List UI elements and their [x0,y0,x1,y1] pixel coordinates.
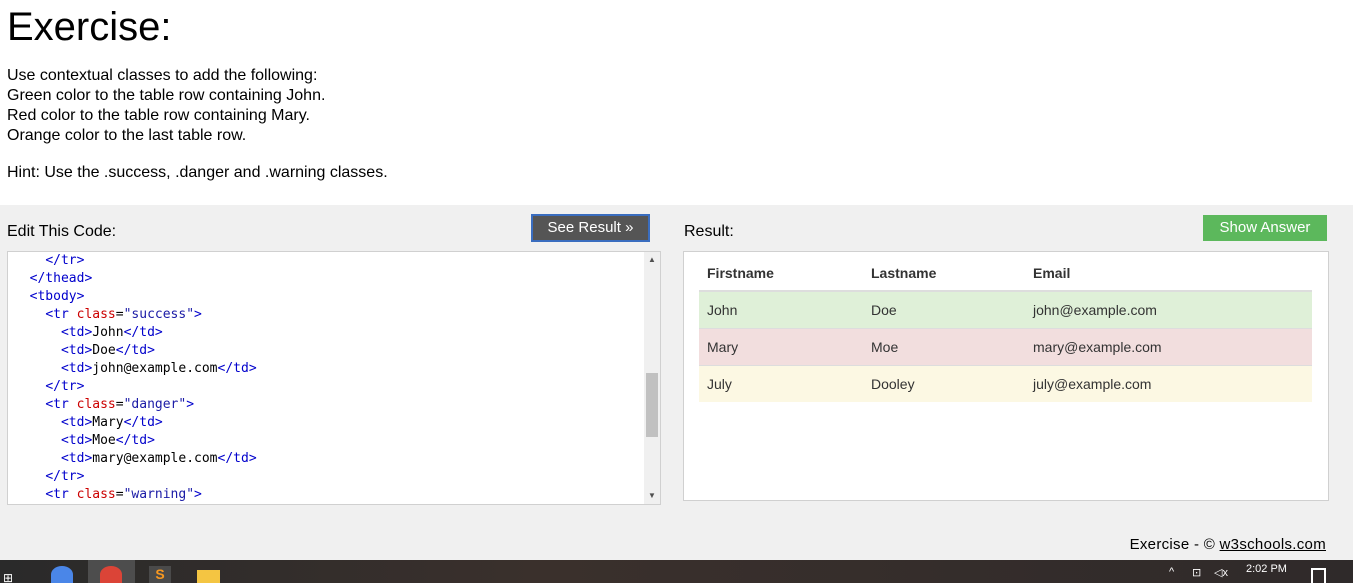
page-title: Exercise: [7,5,172,49]
instruction-line: Red color to the table row containing Ma… [7,107,310,124]
column-header: Firstname [699,255,863,292]
result-label: Result: [684,223,734,240]
footer-prefix: Exercise - © [1129,536,1220,553]
scrollbar-thumb[interactable] [646,373,658,437]
instruction-line: Orange color to the last table row. [7,127,247,144]
instructions: Use contextual classes to add the follow… [7,66,325,146]
table-cell: john@example.com [1025,290,1312,328]
table-cell: july@example.com [1025,364,1312,402]
instruction-line: Use contextual classes to add the follow… [7,67,318,84]
scroll-up-arrow-icon[interactable]: ▲ [644,252,660,268]
table-cell: Moe [863,327,1025,365]
table-cell: Doe [863,290,1025,328]
hint-text: Hint: Use the .success, .danger and .war… [7,164,388,181]
scroll-down-arrow-icon[interactable]: ▼ [644,488,660,504]
windows-taskbar: ⊞ S ^ ⊡ ◁x 2:02 PM [0,560,1353,583]
file-explorer-icon[interactable] [197,570,220,583]
table-row-success: John Doe john@example.com [699,290,1312,328]
volume-muted-icon[interactable]: ◁x [1214,566,1228,579]
editor-scrollbar[interactable]: ▲ ▼ [644,252,660,504]
table-cell: July [699,364,863,402]
edit-code-label: Edit This Code: [7,223,117,240]
chrome-canary-icon[interactable] [51,566,73,583]
table-cell: Mary [699,327,863,365]
result-table: Firstname Lastname Email John Doe john@e… [699,255,1312,402]
tray-chevron-up-icon[interactable]: ^ [1169,566,1174,578]
exercise-intro: Exercise: Use contextual classes to add … [0,0,1353,205]
windows-start-icon[interactable]: ⊞ [3,571,13,583]
instruction-line: Green color to the table row containing … [7,87,326,104]
show-answer-button[interactable]: Show Answer [1203,215,1327,241]
table-cell: John [699,290,863,328]
code-content[interactable]: </tr> </thead> <tbody> <tr class="succes… [14,252,257,504]
table-cell: Dooley [863,364,1025,402]
exercise-workarea: Edit This Code: See Result » </tr> </the… [0,205,1353,560]
taskbar-clock[interactable]: 2:02 PM [1246,563,1287,575]
action-center-icon[interactable] [1311,568,1326,583]
column-header: Lastname [863,255,1025,292]
chrome-icon[interactable] [100,566,122,583]
sublime-text-icon[interactable]: S [149,566,171,583]
table-cell: mary@example.com [1025,327,1312,365]
code-editor[interactable]: </tr> </thead> <tbody> <tr class="succes… [7,251,661,505]
w3schools-link[interactable]: w3schools.com [1220,536,1326,553]
network-icon[interactable]: ⊡ [1192,566,1201,579]
column-header: Email [1025,255,1312,292]
table-row-warning: July Dooley july@example.com [699,364,1312,402]
result-panel: Firstname Lastname Email John Doe john@e… [683,251,1329,501]
table-header-row: Firstname Lastname Email [699,255,1312,292]
footer-credit: Exercise - © w3schools.com [1130,536,1326,554]
table-row-danger: Mary Moe mary@example.com [699,327,1312,365]
see-result-button[interactable]: See Result » [531,214,650,242]
